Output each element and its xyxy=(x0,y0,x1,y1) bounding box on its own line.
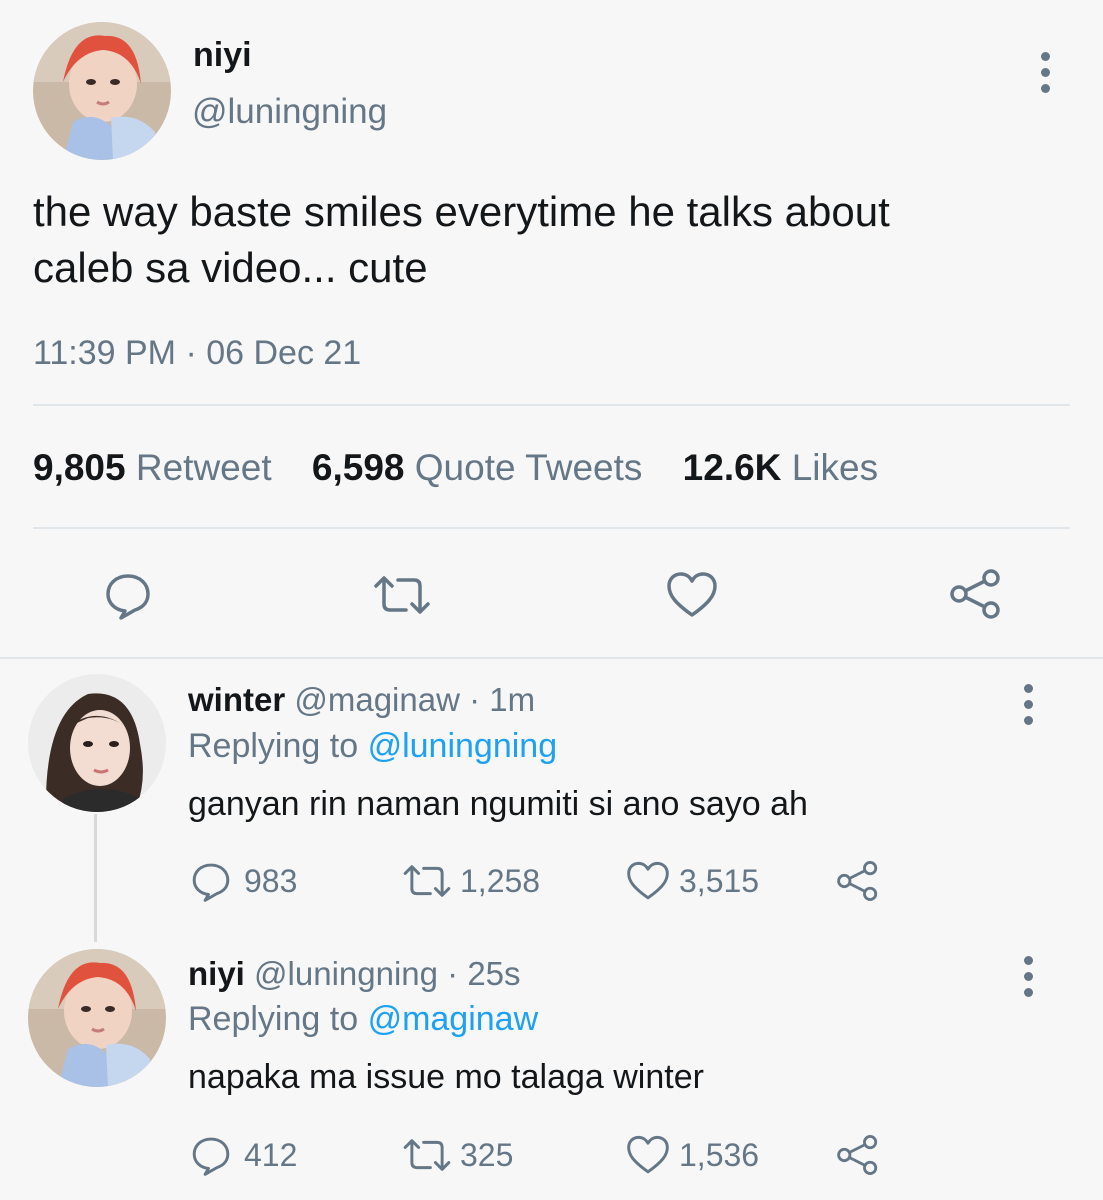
avatar-photo xyxy=(28,949,166,1087)
reply1-actions: 983 1,258 3,515 xyxy=(190,860,881,902)
reply2-avatar[interactable] xyxy=(28,949,166,1087)
quote-label: Quote Tweets xyxy=(414,447,643,488)
reply1-name[interactable]: winter xyxy=(188,681,285,718)
retweet-stat[interactable]: 9,805 Retweet xyxy=(33,447,272,488)
reply1-reply-count: 983 xyxy=(244,862,298,899)
avatar-photo xyxy=(33,22,171,160)
quote-stat[interactable]: 6,598 Quote Tweets xyxy=(312,447,643,488)
reply2-share-button[interactable] xyxy=(835,1134,881,1176)
reply1-like-count: 3,515 xyxy=(679,862,760,899)
reply2-header: niyi @luningning · 25s xyxy=(188,955,521,993)
main-tweet-handle[interactable]: @luningning xyxy=(192,92,387,132)
reply1-replying-prefix: Replying to xyxy=(188,727,359,765)
reply2-reply-button[interactable]: 412 xyxy=(190,1134,400,1176)
retweet-button[interactable] xyxy=(370,570,434,625)
speech-bubble-icon xyxy=(106,574,150,620)
speech-bubble-icon xyxy=(192,1137,230,1176)
reply1-retweet-button[interactable]: 1,258 xyxy=(400,860,625,902)
reply2-reply-count: 412 xyxy=(244,1136,298,1173)
main-more-icon[interactable] xyxy=(1041,52,1051,100)
reply2-actions: 412 325 1,536 xyxy=(190,1134,881,1176)
reply2-replying-prefix: Replying to xyxy=(188,1000,359,1038)
like-button[interactable] xyxy=(665,570,719,625)
share-icon xyxy=(837,861,878,901)
reply1-avatar[interactable] xyxy=(28,674,166,812)
main-tweet-timestamp: 11:39 PM · 06 Dec 21 xyxy=(33,334,362,372)
retweet-label: Retweet xyxy=(135,447,272,488)
avatar-photo xyxy=(28,674,166,812)
retweet-icon xyxy=(403,1139,451,1171)
reply2-like-count: 1,536 xyxy=(679,1136,760,1173)
reply2-handle-time[interactable]: @luningning · 25s xyxy=(254,955,521,992)
reply1-header: winter @maginaw · 1m xyxy=(188,681,535,719)
reply2-retweet-count: 325 xyxy=(460,1136,514,1173)
reply1-more-icon[interactable] xyxy=(1024,684,1034,732)
share-icon xyxy=(837,1135,878,1175)
reply2-like-button[interactable]: 1,536 xyxy=(625,1134,835,1176)
divider-replies xyxy=(0,657,1103,659)
like-stat[interactable]: 12.6K Likes xyxy=(683,447,878,488)
reply-button[interactable] xyxy=(103,570,153,625)
retweet-icon xyxy=(374,576,430,614)
heart-icon xyxy=(667,572,717,617)
like-label: Likes xyxy=(791,447,879,488)
reply2-more-icon[interactable] xyxy=(1024,956,1034,1004)
heart-icon xyxy=(627,861,669,900)
share-button[interactable] xyxy=(948,568,1004,625)
reply1-share-button[interactable] xyxy=(835,860,881,902)
reply2-replying-handle[interactable]: @maginaw xyxy=(368,1000,539,1038)
reply1-retweet-count: 1,258 xyxy=(460,862,541,899)
main-tweet-name[interactable]: niyi xyxy=(193,36,252,75)
thread-line xyxy=(94,814,97,942)
main-tweet-text-line1: the way baste smiles everytime he talks … xyxy=(33,188,890,235)
share-icon xyxy=(950,569,1000,619)
reply1-handle-time[interactable]: @maginaw · 1m xyxy=(294,681,535,718)
reply2-replying-to: Replying to @maginaw xyxy=(188,1000,538,1039)
heart-icon xyxy=(627,1135,669,1174)
reply1-like-button[interactable]: 3,515 xyxy=(625,860,835,902)
reply2-retweet-button[interactable]: 325 xyxy=(400,1134,625,1176)
reply2-text: napaka ma issue mo talaga winter xyxy=(188,1058,704,1096)
retweet-icon xyxy=(403,865,451,897)
reply2-name[interactable]: niyi xyxy=(188,955,245,992)
divider-top xyxy=(33,404,1070,406)
quote-count: 6,598 xyxy=(311,447,405,488)
main-tweet-text-line2: caleb sa video... cute xyxy=(33,244,428,291)
reply1-replying-handle[interactable]: @luningning xyxy=(368,727,558,765)
divider-middle xyxy=(33,527,1070,529)
like-count: 12.6K xyxy=(682,447,782,488)
speech-bubble-icon xyxy=(192,863,230,902)
tweet-stats: 9,805 Retweet 6,598 Quote Tweets 12.6K L… xyxy=(33,447,878,489)
main-avatar[interactable] xyxy=(33,22,171,160)
reply1-reply-button[interactable]: 983 xyxy=(190,860,400,902)
reply1-text: ganyan rin naman ngumiti si ano sayo ah xyxy=(188,785,808,823)
reply1-replying-to: Replying to @luningning xyxy=(188,727,557,766)
retweet-count: 9,805 xyxy=(33,447,126,488)
